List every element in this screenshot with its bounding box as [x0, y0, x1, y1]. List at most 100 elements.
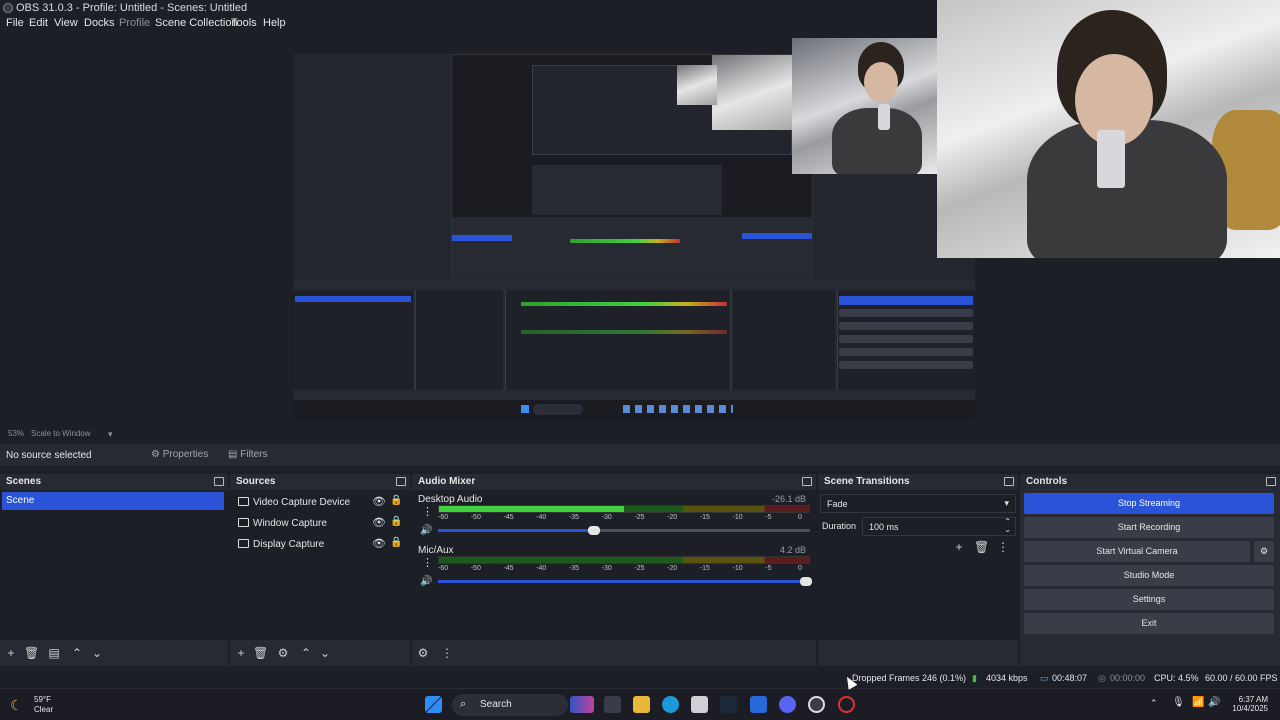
lock-icon[interactable]: 🔒	[390, 537, 402, 548]
store-icon[interactable]	[691, 696, 708, 713]
edge-icon[interactable]	[662, 696, 679, 713]
duration-label: Duration	[822, 521, 857, 531]
duration-input[interactable]: 100 ms ⌃ ⌄	[862, 517, 1016, 536]
chevron-up-icon[interactable]: ⌃	[1150, 698, 1158, 709]
exit-button[interactable]: Exit	[1024, 613, 1274, 634]
add-icon[interactable]: +	[234, 646, 248, 660]
filters-button[interactable]: ▤ Filters	[228, 447, 267, 464]
meter-tick-label: -5	[765, 514, 772, 521]
chevron-down-icon[interactable]: ▾	[108, 429, 113, 440]
volume-icon[interactable]: 🔊	[1208, 697, 1220, 708]
more-icon[interactable]: ⋮	[422, 556, 433, 569]
eye-icon[interactable]: 👁	[372, 516, 386, 529]
controls-body: Stop Streaming Start Recording Start Vir…	[1020, 490, 1280, 640]
undock-icon[interactable]	[1266, 477, 1276, 486]
bitrate: 4034 kbps	[986, 673, 1028, 683]
speaker-icon[interactable]: 🔊	[420, 576, 432, 587]
source-toolbar: No source selected ⚙ Properties ▤ Filter…	[0, 444, 1280, 466]
menu-docks[interactable]: Docks	[84, 17, 115, 29]
window-title: OBS 31.0.3 - Profile: Untitled - Scenes:…	[16, 2, 248, 14]
trash-icon[interactable]: 🗑	[253, 646, 268, 660]
steam-icon[interactable]	[720, 696, 737, 713]
trash-icon[interactable]: 🗑	[974, 540, 989, 554]
menu-view[interactable]: View	[54, 17, 78, 29]
microphone-icon[interactable]: 🎙	[1172, 697, 1185, 708]
menu-help[interactable]: Help	[263, 17, 286, 29]
wifi-icon[interactable]: 📶	[1192, 697, 1204, 708]
slider-thumb[interactable]	[800, 577, 813, 586]
add-icon[interactable]: +	[952, 540, 966, 554]
menu-file[interactable]: File	[6, 17, 24, 29]
more-icon[interactable]: ⋮	[440, 646, 454, 660]
meter-ticks: -60 -50 -45 -40 -35 -30 -25 -20 -15 -10 -5 0	[438, 565, 810, 574]
trash-icon[interactable]: 🗑	[24, 646, 39, 660]
stop-streaming-button[interactable]: Stop Streaming	[1024, 493, 1274, 514]
meter-tick-label: -40	[536, 514, 547, 521]
widget-icon[interactable]	[570, 696, 594, 713]
clock-date: 10/4/2025	[1232, 704, 1268, 713]
windows-start-icon[interactable]	[425, 696, 442, 713]
filter-icon[interactable]: ▤	[47, 646, 61, 660]
start-recording-button[interactable]: Start Recording	[1024, 517, 1274, 538]
lock-icon[interactable]: 🔒	[390, 495, 402, 506]
scale-mode-select[interactable]: Scale to Window	[31, 429, 91, 438]
menu-scene-collection[interactable]: Scene Collection	[155, 17, 238, 29]
settings-button[interactable]: Settings	[1024, 589, 1274, 610]
start-virtual-camera-button[interactable]: Start Virtual Camera	[1024, 541, 1250, 562]
studio-mode-button[interactable]: Studio Mode	[1024, 565, 1274, 586]
add-icon[interactable]: +	[4, 646, 18, 660]
weather-temp: 59°F	[34, 695, 51, 704]
properties-button[interactable]: ⚙ Properties	[151, 447, 208, 464]
moon-icon: ☾	[10, 697, 23, 713]
source-item[interactable]: Window Capture 👁 🔒	[230, 513, 410, 534]
fps: 60.00 / 60.00 FPS	[1205, 673, 1278, 683]
source-item[interactable]: Video Capture Device 👁 🔒	[230, 492, 410, 513]
stream-time: 00:48:07	[1052, 673, 1088, 683]
spinner-icon[interactable]: ⌃ ⌄	[1004, 518, 1011, 534]
task-view-icon[interactable]	[604, 696, 621, 713]
volume-slider[interactable]	[438, 577, 813, 586]
taskbar-search[interactable]: ⌕ Search	[452, 694, 568, 716]
eye-icon[interactable]: 👁	[372, 537, 386, 550]
obs-status-bar: Dropped Frames 246 (0.1%) ▮ 4034 kbps ▭ …	[0, 670, 1280, 686]
source-label: Video Capture Device	[253, 497, 351, 508]
virtual-camera-settings-button[interactable]: ⚙	[1254, 541, 1274, 562]
source-item[interactable]: Display Capture 👁 🔒	[230, 534, 410, 555]
menu-tools[interactable]: Tools	[231, 17, 257, 29]
meter-tick-label: -35	[568, 514, 580, 521]
sources-dock: Sources Video Capture Device 👁 🔒 Window …	[230, 474, 410, 666]
meter-tick-label: -50	[470, 514, 481, 521]
file-explorer-icon[interactable]	[633, 696, 650, 713]
eye-icon[interactable]: 👁	[372, 495, 386, 508]
volume-slider[interactable]	[438, 526, 810, 535]
transitions-body: Fade ▾ Duration 100 ms ⌃ ⌄ + 🗑 ⋮	[818, 490, 1018, 640]
lock-icon[interactable]: 🔒	[390, 516, 402, 527]
move-up-icon[interactable]: ⌃	[70, 646, 84, 660]
obs-taskbar-icon[interactable]	[808, 696, 825, 713]
stream-icon: ▭	[1040, 673, 1049, 683]
discord-icon[interactable]	[779, 696, 796, 713]
more-icon[interactable]: ⋮	[996, 540, 1010, 554]
undock-icon[interactable]	[396, 477, 406, 486]
gear-icon[interactable]: ⚙	[276, 646, 290, 660]
menu-edit[interactable]: Edit	[29, 17, 48, 29]
meter-tick-label: -20	[667, 514, 678, 521]
scene-item[interactable]: Scene	[2, 492, 224, 510]
undock-icon[interactable]	[214, 477, 224, 486]
move-down-icon[interactable]: ⌄	[90, 646, 104, 660]
gear-icon[interactable]: ⚙	[416, 646, 430, 660]
channel-db: 4.2 dB	[779, 545, 806, 555]
move-up-icon[interactable]: ⌃	[299, 646, 313, 660]
undock-icon[interactable]	[802, 477, 812, 486]
undock-icon[interactable]	[1004, 477, 1014, 486]
more-icon[interactable]: ⋮	[422, 505, 433, 518]
transition-select[interactable]: Fade ▾	[820, 494, 1016, 513]
taskbar-clock[interactable]: 6:37 AM 10/4/2025	[1226, 695, 1268, 713]
menu-profile[interactable]: Profile	[119, 17, 150, 29]
meter-tick-label: -45	[503, 514, 514, 521]
slider-thumb[interactable]	[588, 526, 601, 535]
move-down-icon[interactable]: ⌄	[318, 646, 332, 660]
notepad-icon[interactable]	[750, 696, 767, 713]
speaker-icon[interactable]: 🔊	[420, 525, 432, 536]
record-app-icon[interactable]	[838, 696, 855, 713]
